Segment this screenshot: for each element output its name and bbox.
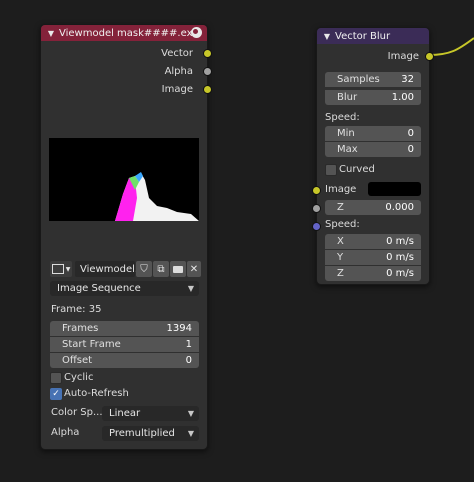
speed-label: Speed: xyxy=(325,112,360,123)
image-name-field[interactable]: Viewmodel... xyxy=(75,261,144,277)
chevron-down-icon: ▼ xyxy=(187,409,194,418)
offset-field[interactable]: Offset 0 xyxy=(50,353,199,368)
open-image-button[interactable] xyxy=(170,261,186,277)
image-browse-button[interactable]: ▼ xyxy=(50,261,72,277)
socket-vector-out[interactable] xyxy=(203,49,212,58)
preview-mask-graphic xyxy=(115,172,199,221)
output-image: Image xyxy=(162,82,193,96)
preview-toggle-icon[interactable] xyxy=(191,27,202,38)
start-frame-field[interactable]: Start Frame 1 xyxy=(50,337,199,352)
speed-in-label: Speed: xyxy=(325,219,360,230)
colorspace-dropdown[interactable]: Linear ▼ xyxy=(102,406,199,421)
cyclic-checkbox[interactable] xyxy=(50,372,62,384)
collapse-chevron-icon[interactable]: ▼ xyxy=(46,29,56,38)
blur-field[interactable]: Blur 1.00 xyxy=(325,90,421,105)
new-image-button[interactable]: ⧉ xyxy=(153,261,169,277)
z-field[interactable]: Z 0.000 xyxy=(325,200,421,215)
output-image: Image xyxy=(388,49,419,63)
colorspace-value: Linear xyxy=(109,408,141,419)
output-alpha: Alpha xyxy=(165,64,193,78)
node-editor-canvas[interactable]: ▼ Viewmodel mask####.exr Vector Alpha Im… xyxy=(0,0,474,482)
image-name-text: Viewmodel... xyxy=(80,263,145,275)
alpha-mode-dropdown[interactable]: Premultiplied ▼ xyxy=(102,426,199,441)
source-value: Image Sequence xyxy=(57,283,141,294)
image-node-header[interactable]: ▼ Viewmodel mask####.exr xyxy=(41,25,207,41)
output-vector-label: Vector xyxy=(161,47,193,59)
image-color-swatch[interactable] xyxy=(368,182,421,196)
unlink-image-button[interactable]: ✕ xyxy=(187,261,201,277)
vector-blur-header[interactable]: ▼ Vector Blur xyxy=(317,28,429,44)
source-dropdown[interactable]: Image Sequence ▼ xyxy=(50,281,199,296)
fake-user-button[interactable]: ⛉ xyxy=(136,261,152,277)
speed-min-field[interactable]: Min 0 xyxy=(325,126,421,141)
shield-icon: ⛉ xyxy=(140,263,148,275)
samples-field[interactable]: Samples 32 xyxy=(325,72,421,87)
duplicate-icon: ⧉ xyxy=(157,263,165,275)
image-node-title: Viewmodel mask####.exr xyxy=(59,27,197,39)
chevron-down-icon: ▼ xyxy=(187,284,194,293)
blur-image-in-label: Image xyxy=(325,184,357,195)
close-icon: ✕ xyxy=(189,263,199,275)
frame-info: Frame: 35 xyxy=(51,304,102,315)
vector-blur-node[interactable]: ▼ Vector Blur Image Samples 32 Blur 1.00… xyxy=(312,27,434,285)
cyclic-label: Cyclic xyxy=(64,372,94,383)
socket-image-out[interactable] xyxy=(203,85,212,94)
auto-refresh-label: Auto-Refresh xyxy=(64,388,129,399)
image-preview xyxy=(49,138,199,221)
auto-refresh-checkbox[interactable]: ✓ xyxy=(50,388,62,400)
speed-y-field[interactable]: Y 0 m/s xyxy=(325,250,421,265)
curved-label: Curved xyxy=(339,164,375,175)
blur-output-image-label: Image xyxy=(387,50,419,62)
chevron-down-icon: ▼ xyxy=(187,429,194,438)
output-vector: Vector xyxy=(161,46,193,60)
image-node[interactable]: ▼ Viewmodel mask####.exr Vector Alpha Im… xyxy=(40,24,212,450)
speed-z-field[interactable]: Z 0 m/s xyxy=(325,266,421,281)
collapse-chevron-icon[interactable]: ▼ xyxy=(322,32,332,41)
speed-x-field[interactable]: X 0 m/s xyxy=(325,234,421,249)
colorspace-label: Color Sp... xyxy=(51,407,103,418)
curved-checkbox[interactable] xyxy=(325,164,337,176)
socket-speed-in[interactable] xyxy=(312,222,321,231)
socket-blur-image-out[interactable] xyxy=(425,52,434,61)
socket-z-in[interactable] xyxy=(312,204,321,213)
alpha-mode-value: Premultiplied xyxy=(109,428,175,439)
alpha-mode-label: Alpha xyxy=(51,427,80,438)
output-alpha-label: Alpha xyxy=(164,65,193,77)
speed-max-field[interactable]: Max 0 xyxy=(325,142,421,157)
image-browse-icon xyxy=(51,264,64,274)
folder-icon xyxy=(173,265,183,273)
output-image-label: Image xyxy=(161,83,193,95)
socket-alpha-out[interactable] xyxy=(203,67,212,76)
vector-blur-title: Vector Blur xyxy=(335,30,391,42)
socket-blur-image-in[interactable] xyxy=(312,186,321,195)
frames-field[interactable]: Frames 1394 xyxy=(50,321,199,336)
